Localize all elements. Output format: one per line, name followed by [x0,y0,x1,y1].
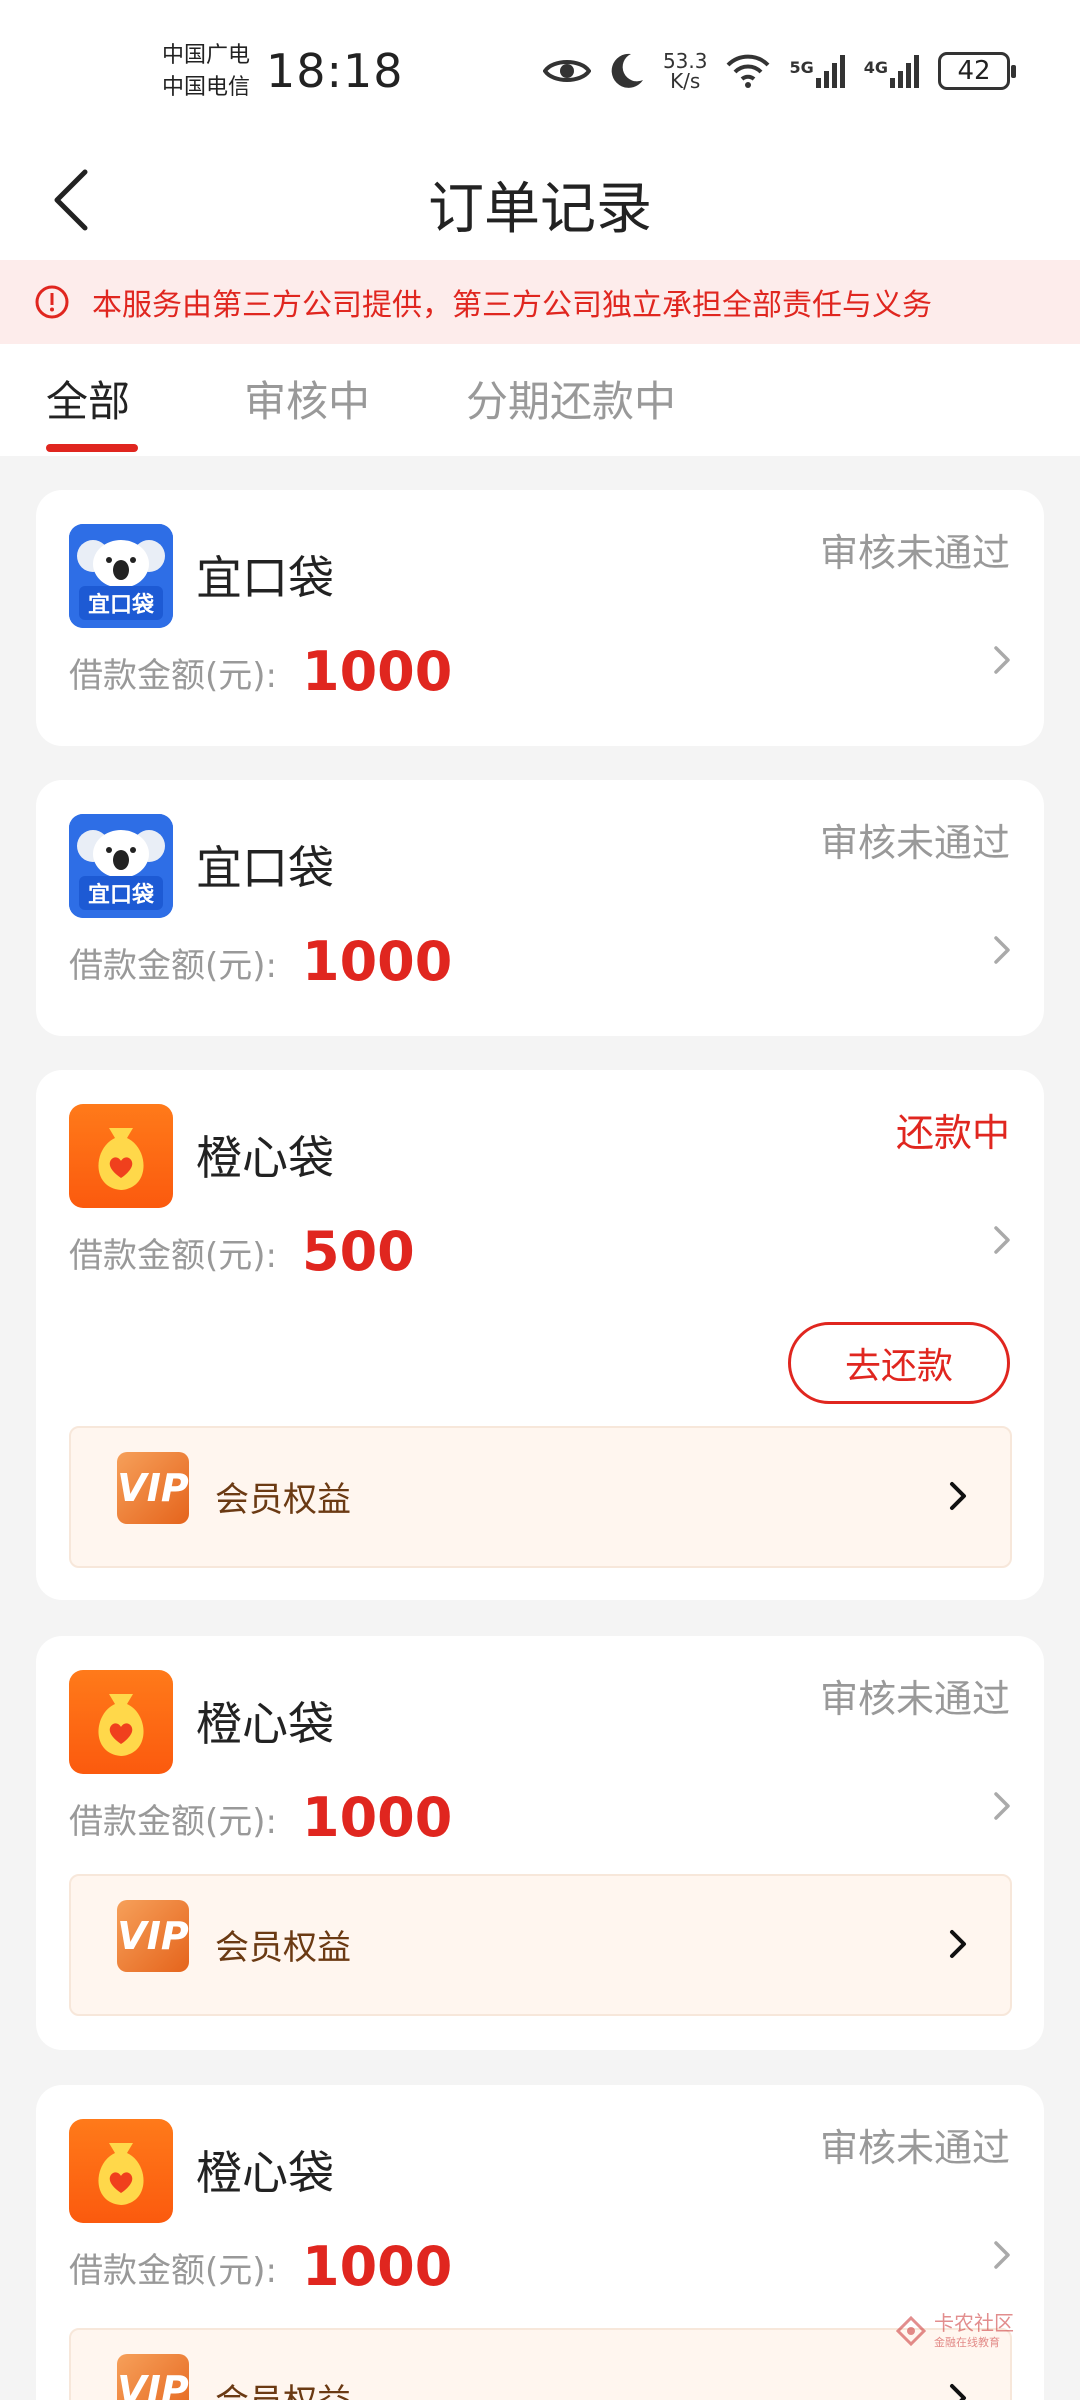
tab-bar: 全部 审核中 分期还款中 [0,344,1080,456]
brand-name: 橙心袋 [196,1131,334,1185]
battery-indicator: 42 [938,52,1016,90]
order-card[interactable]: 橙心袋 审核未通过 借款金额(元): 1000 VIP 会员权益 [36,2085,1044,2400]
chevron-right-icon [950,2384,966,2400]
watermark: 卡农社区 金融在线教育 [896,2312,1014,2350]
amount-label: 借款金额(元): [69,1236,277,1276]
order-card[interactable]: 宜口袋 宜口袋 审核未通过 借款金额(元): 1000 [36,780,1044,1036]
koala-logo-label: 宜口袋 [88,592,155,618]
alert-icon [35,285,69,319]
vip-benefits-row[interactable]: VIP 会员权益 [69,1874,1012,2016]
signal-4g-label: 4G [863,58,888,77]
signal-5g-icon: 5G [789,54,845,88]
chevron-right-icon [950,1482,966,1510]
vip-label: 会员权益 [215,1480,351,1520]
watermark-subtext: 金融在线教育 [934,2336,1000,2349]
chevron-right-icon [994,646,1010,674]
speed-value: 53.3 [662,49,708,73]
vip-badge-icon: VIP [117,1900,189,1972]
active-tab-indicator [46,444,138,452]
money-bag-icon [69,2119,173,2223]
chevron-right-icon [994,1226,1010,1254]
vip-benefits-row[interactable]: VIP 会员权益 [69,2328,1012,2400]
amount-label: 借款金额(元): [69,2251,277,2291]
tab-reviewing[interactable]: 审核中 [244,368,370,429]
chevron-right-icon [950,1930,966,1958]
amount-label: 借款金额(元): [69,1802,277,1842]
watermark-text: 卡农社区 [934,2311,1014,2335]
order-status: 审核未通过 [819,1677,1010,1721]
koala-icon: 宜口袋 [69,814,173,918]
chevron-right-icon [994,936,1010,964]
tab-installment[interactable]: 分期还款中 [466,368,676,429]
vip-badge-icon: VIP [117,2354,189,2400]
brand-name: 橙心袋 [196,1697,334,1751]
order-card[interactable]: 橙心袋 审核未通过 借款金额(元): 1000 VIP 会员权益 [36,1636,1044,2050]
page-title: 订单记录 [428,177,652,242]
order-card[interactable]: 宜口袋 宜口袋 审核未通过 借款金额(元): 1000 [36,490,1044,746]
clock: 18:18 [266,44,404,98]
order-status: 审核未通过 [819,531,1010,575]
vip-benefits-row[interactable]: VIP 会员权益 [69,1426,1012,1568]
repay-button[interactable]: 去还款 [788,1322,1010,1404]
notice-banner: 本服务由第三方公司提供，第三方公司独立承担全部责任与义务 [0,260,1080,344]
amount-value: 1000 [302,2235,453,2298]
moon-icon [609,52,645,90]
signal-4g-icon: 4G [864,54,920,88]
amount-value: 1000 [302,1786,453,1849]
order-status: 审核未通过 [819,821,1010,865]
app-header: 订单记录 [0,140,1080,260]
amount-label: 借款金额(元): [69,656,277,696]
brand-name: 宜口袋 [196,551,334,605]
order-card[interactable]: 橙心袋 还款中 借款金额(元): 500 去还款 VIP 会员权益 [36,1070,1044,1600]
order-status: 审核未通过 [819,2126,1010,2170]
watermark-logo-icon [896,2316,926,2346]
carrier-info: 中国广电 中国电信 [162,40,250,104]
carrier-1: 中国广电 [162,43,251,68]
vip-badge-icon: VIP [117,1452,189,1524]
amount-value: 1000 [302,640,453,703]
amount-value: 500 [302,1220,415,1283]
status-icons: 53.3 K/s 5G 4G 42 [542,46,1016,96]
eye-icon [542,54,591,88]
carrier-2: 中国电信 [162,75,251,100]
speed-unit: K/s [670,69,701,93]
chevron-right-icon [994,1792,1010,1820]
network-speed: 53.3 K/s [663,51,708,91]
money-bag-icon [69,1670,173,1774]
money-bag-icon [69,1104,173,1208]
koala-icon: 宜口袋 [69,524,173,628]
wifi-icon [725,53,771,89]
notice-text: 本服务由第三方公司提供，第三方公司独立承担全部责任与义务 [92,288,932,323]
status-bar: 中国广电 中国电信 18:18 53.3 K/s 5G 4G 42 [0,0,1080,140]
amount-label: 借款金额(元): [69,946,277,986]
order-status: 还款中 [895,1111,1010,1155]
koala-logo-label: 宜口袋 [88,882,155,908]
signal-5g-label: 5G [789,58,814,77]
vip-label: 会员权益 [215,1928,351,1968]
brand-name: 橙心袋 [196,2146,334,2200]
tab-all[interactable]: 全部 [46,368,130,429]
amount-value: 1000 [302,930,453,993]
chevron-right-icon [994,2241,1010,2269]
brand-name: 宜口袋 [196,841,334,895]
vip-label: 会员权益 [215,2374,351,2400]
